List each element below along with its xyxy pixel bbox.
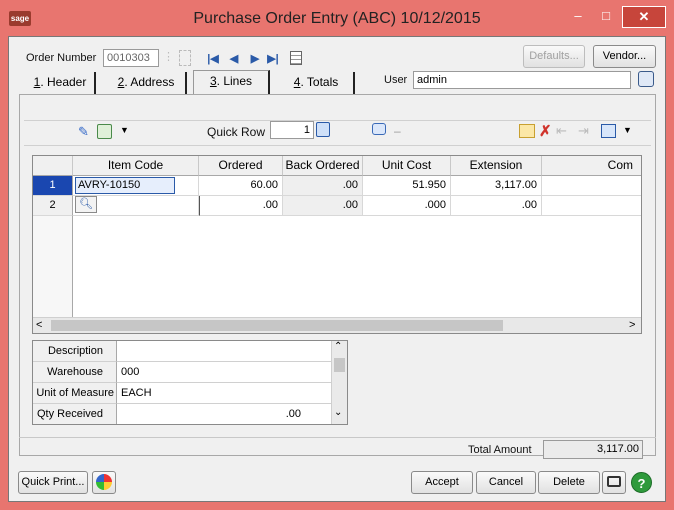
total-amount-value: 3,117.00 — [543, 440, 643, 459]
item-code-cell[interactable] — [73, 196, 199, 216]
detail-label-qty-received: Qty Received — [33, 404, 117, 424]
next-record-icon[interactable]: ▶ — [248, 52, 262, 66]
row-options-dropdown-icon[interactable]: ▼ — [623, 125, 632, 135]
back-ordered-cell: .00 — [283, 176, 363, 196]
minimize-button[interactable]: – — [564, 6, 592, 28]
cancel-button[interactable]: Cancel — [476, 471, 536, 494]
quick-print-button[interactable]: Quick Print... — [18, 471, 88, 494]
total-amount-label: Total Amount — [468, 444, 532, 456]
unit-cost-cell[interactable]: .000 — [363, 196, 451, 216]
last-record-icon[interactable]: ▶| — [266, 52, 280, 66]
row-jump-icon[interactable] — [316, 122, 330, 137]
detail-label-description: Description — [33, 341, 117, 362]
column-header-item-code[interactable]: Item Code — [73, 156, 199, 176]
column-header-comment[interactable]: Com — [542, 156, 641, 176]
tab-totals-label: . Totals — [300, 75, 339, 89]
vendor-button[interactable]: Vendor... — [593, 45, 656, 68]
vertical-scroll-thumb[interactable] — [334, 358, 345, 372]
line-detail-panel: Description Warehouse 000 Unit of Measur… — [32, 340, 348, 425]
horizontal-scroll-thumb[interactable] — [51, 320, 503, 331]
note-dash: – — [394, 124, 401, 138]
column-header-extension[interactable]: Extension — [451, 156, 542, 176]
scroll-down-icon[interactable]: ⌄ — [334, 407, 342, 418]
outdent-icon: ⇤ — [556, 123, 567, 138]
detail-label-warehouse: Warehouse — [33, 362, 117, 383]
detail-value-unit-of-measure[interactable]: EACH — [117, 383, 331, 404]
tab-lines-key: 3 — [209, 74, 217, 88]
delete-row-icon[interactable]: ✗ — [539, 122, 552, 140]
vendor-button-label: Vendor... — [602, 50, 647, 62]
close-button[interactable]: ✕ — [622, 6, 666, 28]
back-ordered-cell: .00 — [283, 196, 363, 216]
insert-row-icon[interactable] — [519, 124, 535, 138]
tab-address-label: . Address — [124, 75, 175, 89]
column-header-unit-cost[interactable]: Unit Cost — [363, 156, 451, 176]
divider — [19, 437, 656, 438]
title-bar: sage Purchase Order Entry (ABC) 10/12/20… — [0, 0, 674, 36]
chat-icon[interactable] — [638, 71, 654, 87]
tab-header[interactable]: 1. Header — [26, 72, 96, 94]
quick-row-label: Quick Row — [207, 125, 266, 139]
print-button[interactable] — [602, 471, 626, 494]
comment-cell[interactable] — [542, 176, 641, 196]
accept-button[interactable]: Accept — [411, 471, 473, 494]
tab-header-label: . Header — [40, 75, 87, 89]
toolbar-dropdown-icon[interactable]: ▼ — [120, 125, 129, 135]
previous-record-icon[interactable]: ◀ — [227, 52, 241, 66]
unit-cost-cell[interactable]: 51.950 — [363, 176, 451, 196]
row-number[interactable]: 1 — [33, 176, 73, 196]
memo-icon[interactable] — [290, 51, 302, 65]
user-label: User — [384, 74, 408, 86]
tab-lines[interactable]: 3. Lines — [193, 70, 270, 94]
table-row-item-code-cell[interactable]: AVRY-10150 🔍︎ — [73, 176, 199, 213]
delete-button[interactable]: Delete — [538, 471, 600, 494]
refresh-icon[interactable] — [97, 124, 112, 139]
user-field[interactable]: admin — [413, 71, 631, 89]
column-header-back-ordered[interactable]: Back Ordered — [283, 156, 363, 176]
scroll-left-icon[interactable]: < — [36, 319, 42, 331]
item-lookup-icon[interactable]: ✎ — [78, 125, 92, 139]
color-palette-button[interactable] — [92, 471, 116, 494]
palette-icon — [96, 474, 112, 490]
extension-cell[interactable]: 3,117.00 — [451, 176, 542, 196]
help-icon[interactable]: ? — [631, 472, 652, 493]
horizontal-scrollbar[interactable]: < > — [33, 317, 641, 333]
maximize-button[interactable]: □ — [592, 6, 620, 28]
column-header-ordered[interactable]: Ordered — [199, 156, 283, 176]
detail-label-unit-of-measure: Unit of Measure — [33, 383, 117, 404]
row-options-icon[interactable] — [601, 124, 616, 138]
order-number-field[interactable]: 0010303 — [103, 49, 159, 67]
ordered-cell[interactable]: 60.00 — [199, 176, 283, 196]
printer-icon — [607, 476, 621, 487]
row-number[interactable]: 2 — [33, 196, 73, 216]
tab-totals[interactable]: 4. Totals — [279, 72, 355, 94]
detail-value-qty-received[interactable]: .00 — [117, 404, 331, 424]
new-order-icon[interactable] — [179, 50, 191, 66]
lookup-icon[interactable]: ⋮ — [163, 50, 177, 66]
quick-row-field[interactable]: 1 — [270, 121, 314, 139]
tab-address[interactable]: 2. Address — [107, 72, 187, 94]
row-header-strip — [33, 216, 73, 317]
detail-value-warehouse[interactable]: 000 — [117, 362, 331, 383]
tab-lines-label: . Lines — [216, 74, 253, 88]
extension-cell[interactable]: .00 — [451, 196, 542, 216]
detail-value-description[interactable] — [117, 341, 331, 362]
indent-icon: ⇥ — [578, 123, 589, 138]
note-icon[interactable] — [372, 123, 386, 135]
ordered-cell[interactable]: .00 — [199, 196, 283, 216]
item-code-input[interactable]: AVRY-10150 — [75, 177, 175, 194]
defaults-button[interactable]: Defaults... — [523, 45, 585, 68]
first-record-icon[interactable]: |◀ — [206, 52, 220, 66]
scroll-right-icon[interactable]: > — [629, 319, 635, 331]
order-number-label: Order Number — [26, 52, 97, 64]
comment-cell[interactable] — [542, 196, 641, 216]
vertical-scrollbar[interactable]: ⌃ ⌄ — [331, 341, 347, 424]
scroll-up-icon[interactable]: ⌃ — [334, 341, 342, 352]
grid-corner — [33, 156, 73, 176]
lines-grid: Item Code Ordered Back Ordered Unit Cost… — [32, 155, 642, 334]
